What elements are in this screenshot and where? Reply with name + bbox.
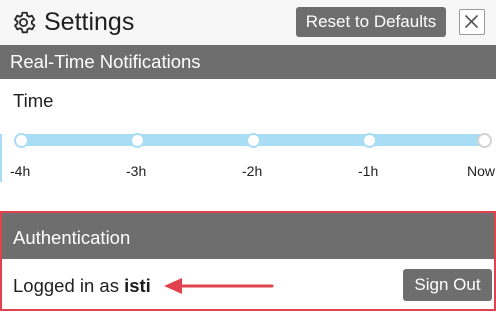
time-slider-stop-minus-1h[interactable] xyxy=(361,132,377,148)
close-button[interactable] xyxy=(459,9,485,35)
tick-label-minus-1h: -1h xyxy=(358,163,379,179)
logged-in-status: Logged in as isti xyxy=(13,273,151,299)
sign-out-button[interactable]: Sign Out xyxy=(403,269,492,301)
username: isti xyxy=(124,275,151,296)
time-slider-stop-now[interactable] xyxy=(476,132,492,148)
realtime-notifications-header: Real-Time Notifications xyxy=(0,45,496,79)
settings-header: Settings Reset to Defaults xyxy=(0,0,496,45)
authentication-panel: Authentication Logged in as isti Sign Ou… xyxy=(0,211,496,311)
time-slider-stop-minus-3h[interactable] xyxy=(129,132,145,148)
tick-label-minus-3h: -3h xyxy=(126,163,147,179)
tick-label-minus-4h: -4h xyxy=(10,163,31,179)
left-arrow-icon xyxy=(164,278,274,294)
time-slider-stop-minus-2h[interactable] xyxy=(245,132,261,148)
logged-in-prefix: Logged in as xyxy=(13,275,119,296)
tick-label-now: Now xyxy=(467,163,496,179)
authentication-header: Authentication xyxy=(2,213,494,259)
time-label: Time xyxy=(13,90,54,111)
tick-label-minus-2h: -2h xyxy=(242,163,263,179)
gear-icon xyxy=(14,11,36,34)
time-slider[interactable] xyxy=(0,126,496,156)
close-icon xyxy=(464,14,479,29)
reset-to-defaults-button[interactable]: Reset to Defaults xyxy=(296,7,446,37)
settings-page: Settings Reset to Defaults Real-Time Not… xyxy=(0,0,496,314)
time-slider-stop-minus-4h[interactable] xyxy=(13,132,29,148)
page-title: Settings xyxy=(44,8,135,36)
